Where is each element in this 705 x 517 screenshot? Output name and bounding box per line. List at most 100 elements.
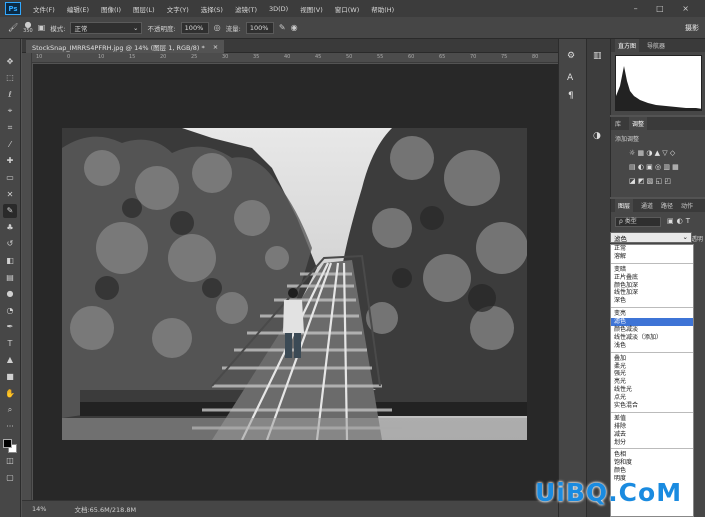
screen-mode-icon[interactable]: ▢ (3, 471, 17, 485)
doc-size: 文档:65.6M/218.8M (74, 506, 137, 514)
blend-mode-option[interactable]: 划分 (611, 439, 693, 447)
zoom-tool-icon[interactable]: ⌕ (3, 403, 17, 417)
brush-tool-icon[interactable]: ✎ (3, 203, 17, 218)
tab-layers[interactable]: 图层 (615, 199, 634, 212)
pen-tool-icon[interactable]: ✒ (3, 320, 17, 334)
airbrush-icon[interactable]: ✎ (279, 23, 286, 32)
more-tools-icon[interactable]: ··· (3, 419, 17, 433)
hand-tool-icon[interactable]: ✋ (3, 386, 17, 400)
move-tool-icon[interactable]: ✥ (3, 54, 17, 68)
blend-mode-option[interactable]: 颜色 (611, 467, 693, 475)
tab-libraries[interactable]: 库 (615, 119, 621, 128)
tab-histogram[interactable]: 直方图 (615, 39, 640, 52)
blend-mode-option[interactable]: 溶解 (611, 253, 693, 261)
chevron-down-icon: ⌄ (133, 23, 139, 32)
blend-mode-option[interactable]: 叠加 (611, 355, 693, 363)
menu-view[interactable]: 视图(V) (294, 4, 329, 14)
path-select-icon[interactable]: ▲ (3, 353, 17, 367)
menu-select[interactable]: 选择(S) (195, 4, 229, 14)
marquee-tool-icon[interactable]: ⬚ (3, 71, 17, 85)
adjust-icons-row-3[interactable]: ◪ ◩ ▧ ◱ ◰ (611, 177, 705, 185)
pressure-size-icon[interactable]: ◉ (291, 23, 298, 32)
ruler-tick-label: 25 (191, 54, 198, 60)
menu-help[interactable]: 帮助(H) (365, 4, 400, 14)
menu-edit[interactable]: 编辑(E) (61, 4, 95, 14)
collapsed-panel-strip: ⚙ A ¶ (558, 39, 586, 517)
menu-filter[interactable]: 滤镜(T) (229, 4, 263, 14)
tab-navigator[interactable]: 导航器 (647, 41, 665, 50)
blend-mode-option[interactable]: 线性减淡（添加） (611, 334, 693, 342)
close-icon[interactable]: × (213, 43, 218, 51)
histogram-icon[interactable]: ▥ (593, 51, 602, 61)
tab-paths[interactable]: 路径 (661, 201, 673, 210)
menu-file[interactable]: 文件(F) (27, 4, 61, 14)
blur-tool-icon[interactable]: ● (3, 287, 17, 301)
blend-mode-option[interactable]: 变亮 (611, 310, 693, 318)
lasso-tool-icon[interactable]: ℓ (3, 87, 17, 101)
brush-preset-icon[interactable]: ● 350 (23, 20, 33, 34)
menu-image[interactable]: 图像(I) (95, 4, 127, 14)
chevron-down-icon: ⌄ (682, 233, 688, 241)
blend-mode-dropdown[interactable]: 正常 溶解 变暗 正片叠底 颜色加深 线性加深 深色 变亮 滤色 颜色减淡 线性减淡（添加） 浅色 叠加… (610, 244, 694, 517)
healing-tool-icon[interactable]: ✚ (3, 154, 17, 168)
eraser-tool-icon[interactable]: ◧ (3, 253, 17, 267)
adjust-icons-row-1[interactable]: ☼ ▦ ◑ ▲ ▽ ◇ (611, 149, 705, 157)
flow-input[interactable]: 100% (245, 21, 274, 34)
quick-select-tool-icon[interactable]: ⌖ (3, 104, 17, 118)
type-tool-icon[interactable]: T (3, 336, 17, 350)
blend-mode-option[interactable]: 排除 (611, 423, 693, 431)
shape-tool-icon[interactable]: ■ (3, 370, 17, 384)
layer-filter-icons[interactable]: ▣◐T (667, 217, 693, 225)
menu-window[interactable]: 窗口(W) (329, 4, 366, 14)
document-image[interactable] (62, 128, 527, 440)
blend-mode-option[interactable]: 深色 (611, 297, 693, 305)
paragraph-icon[interactable]: ¶ (568, 91, 574, 101)
quick-mask-icon[interactable]: ◫ (3, 454, 17, 468)
tab-channels[interactable]: 通道 (641, 201, 653, 210)
blend-mode-option[interactable]: 实色混合 (611, 402, 693, 410)
tab-actions[interactable]: 动作 (681, 201, 693, 210)
brush-tool-icon[interactable]: 🖌 (8, 23, 18, 32)
blend-mode-select[interactable]: 滤色 ⌄ (610, 232, 692, 243)
menu-type[interactable]: 文字(Y) (161, 4, 195, 14)
zoom-level[interactable]: 14% (32, 505, 46, 513)
crop-tool-icon[interactable]: ⌗ (3, 121, 17, 135)
ruler-tick-label: 75 (501, 54, 508, 60)
layer-filter[interactable]: ρ 类型 (615, 217, 661, 227)
opacity-input[interactable]: 100% (180, 21, 209, 34)
blend-mode-option[interactable]: 正片叠底 (611, 274, 693, 282)
clone-stamp-icon[interactable]: ♣ (3, 220, 17, 234)
workspace-switcher[interactable]: 摄影 (685, 23, 699, 33)
dodge-tool-icon[interactable]: ◔ (3, 303, 17, 317)
foreground-color-swatch[interactable] (3, 438, 12, 448)
eyedropper-tool-icon[interactable]: ⁄ (3, 137, 17, 151)
window-controls[interactable]: – □ × (634, 4, 697, 13)
flow-label: 流量: (225, 24, 241, 33)
gradient-tool-icon[interactable]: ▤ (3, 270, 17, 284)
menu-layer[interactable]: 图层(L) (127, 4, 161, 14)
blend-mode-option[interactable]: 浅色 (611, 342, 693, 350)
character-icon[interactable]: A (567, 73, 573, 83)
blend-mode-option[interactable]: 线性光 (611, 386, 693, 394)
menu-3d[interactable]: 3D(D) (263, 5, 294, 13)
patch-tool-icon[interactable]: ▭ (3, 170, 17, 184)
history-brush-icon[interactable]: ↺ (3, 237, 17, 251)
content-aware-move-icon[interactable]: ✕ (3, 187, 17, 201)
adjust-icons-row-2[interactable]: ▤ ◐ ▣ ◎ ▥ ▦ (611, 163, 705, 171)
document-tab[interactable]: StockSnap_IMRRS4PFRH.jpg @ 14% (图层 1, RG… (26, 40, 225, 53)
color-swatches[interactable] (3, 438, 17, 453)
blend-mode-option[interactable]: 正常 (611, 245, 693, 253)
ruler-tick-label: 40 (284, 54, 291, 60)
brush-panel-icon[interactable]: ▣ (38, 23, 46, 32)
blend-mode-option[interactable]: 减去 (611, 431, 693, 439)
properties-icon[interactable]: ⚙ (567, 51, 575, 61)
blend-mode-option[interactable]: 差值 (611, 415, 693, 423)
blend-mode-option[interactable]: 颜色减淡 (611, 326, 693, 334)
pressure-opacity-icon[interactable]: ◎ (214, 23, 221, 32)
mode-select[interactable]: 正常 ⌄ (70, 21, 143, 34)
adjust-icon[interactable]: ◑ (593, 131, 601, 141)
tab-adjustments[interactable]: 调整 (629, 117, 648, 130)
blend-mode-option[interactable]: 点光 (611, 394, 693, 402)
blend-mode-option[interactable]: 变暗 (611, 266, 693, 274)
blend-mode-option[interactable]: 滤色 (611, 318, 693, 327)
